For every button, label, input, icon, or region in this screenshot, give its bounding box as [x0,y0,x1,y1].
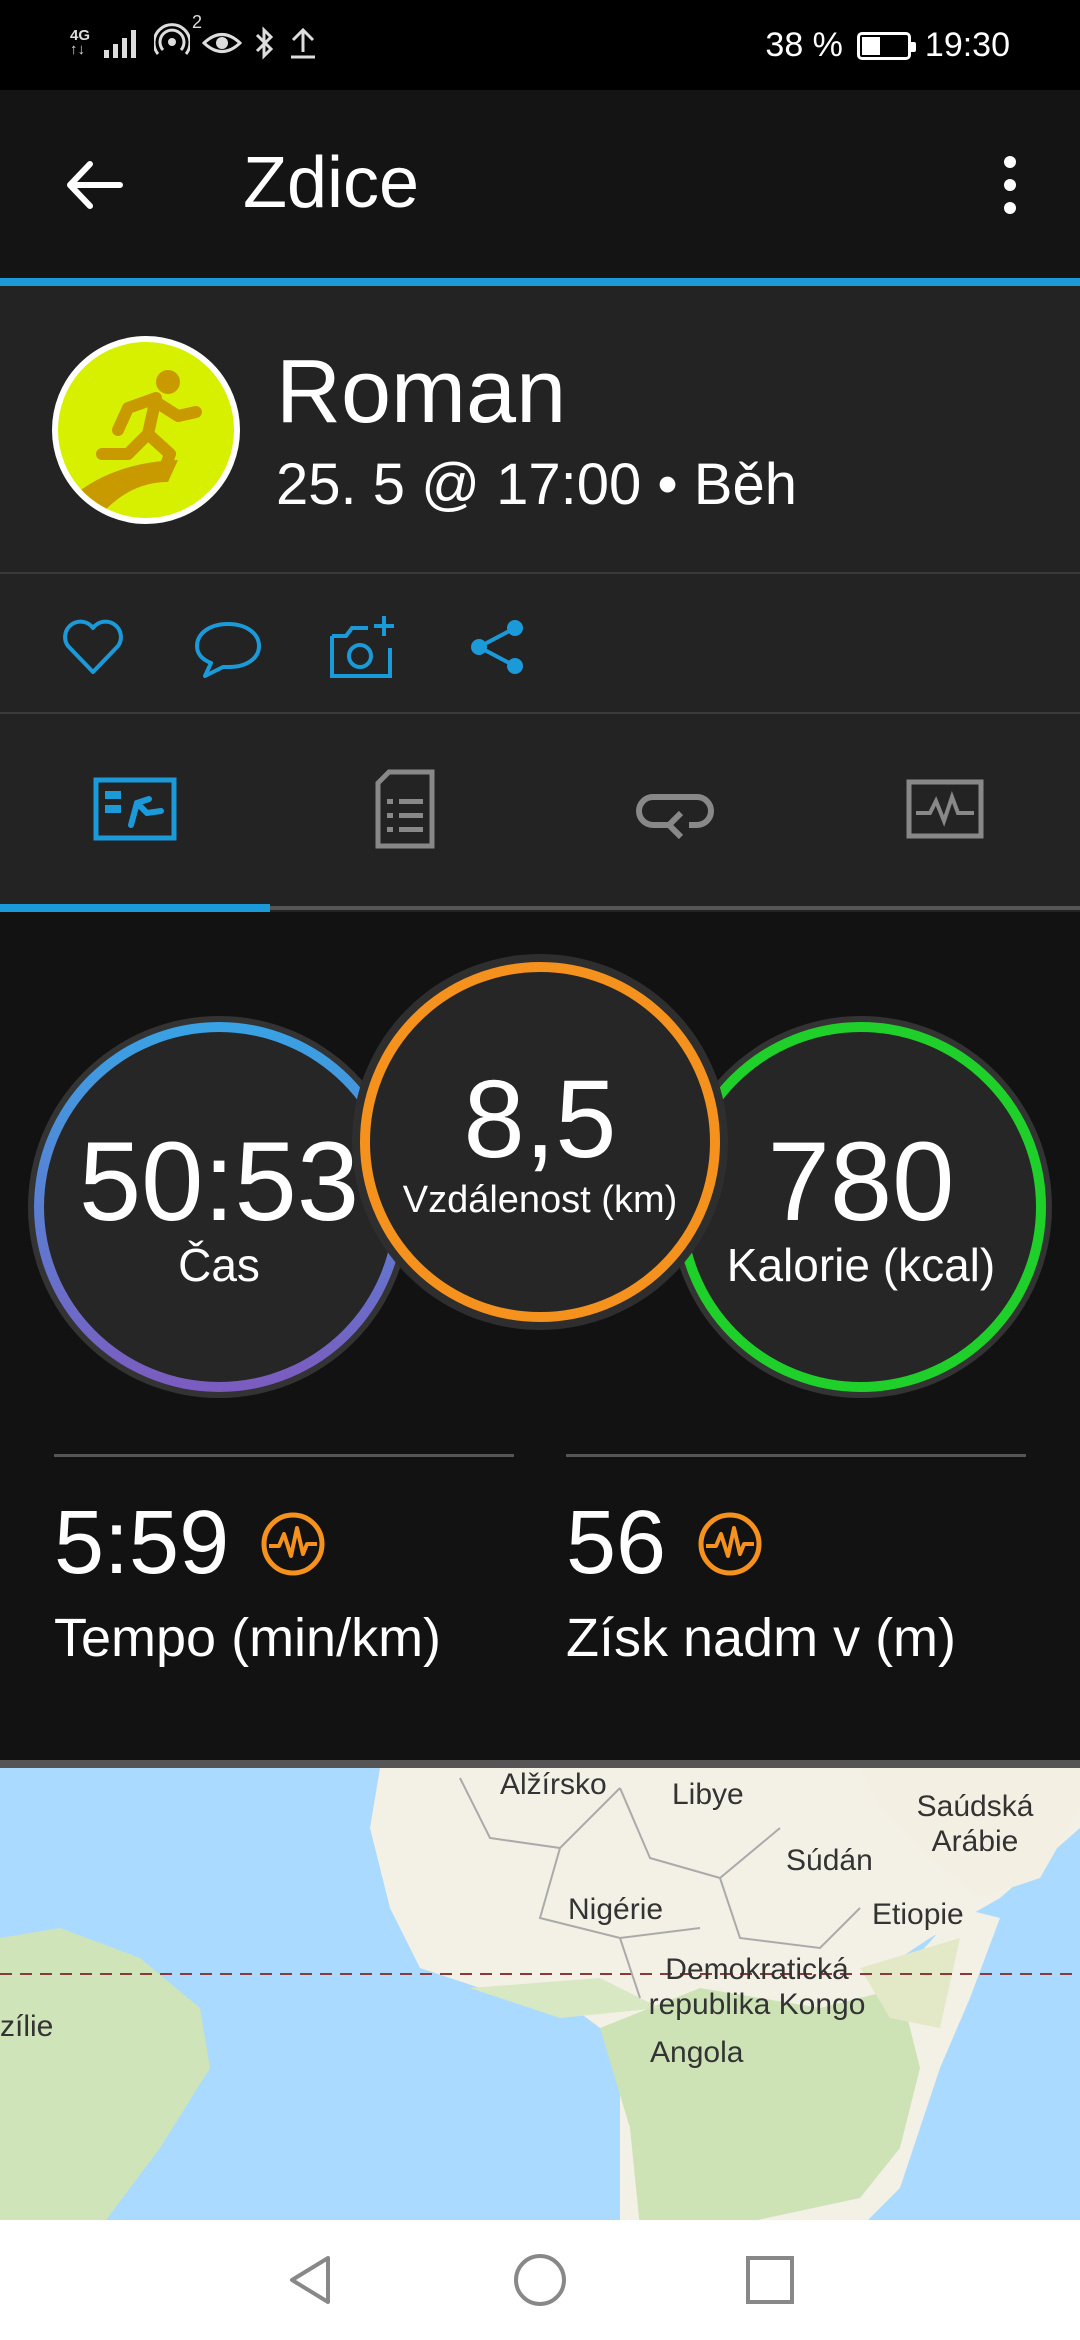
tab-bar [0,714,1080,912]
hotspot-count: 2 [192,12,203,32]
route-map[interactable]: Alžírsko Libye Saúdská Arábie Súdán Nigé… [0,1760,1080,2220]
app-bar-accent-line [0,278,1080,286]
network-activity: ↑↓ [70,40,85,58]
signal-icon [104,29,137,58]
nav-recents-icon[interactable] [740,2250,800,2310]
time-ring: 50:53 Čas [34,1022,404,1392]
map-label-etiopie: Etiopie [872,1898,964,1931]
user-name: Roman [276,342,567,442]
pace-value: 5:59 [54,1493,230,1593]
more-vert-icon[interactable] [980,150,1040,220]
status-icons-left: 4G ↑↓ 2 [70,12,318,63]
status-bar: 4G ↑↓ 2 38 % 19:30 [0,0,1080,90]
map-label-saudska: Saúdská Arábie [916,1790,1034,1858]
tab-divider [270,906,1080,910]
document-list-icon [375,769,435,849]
app-bar: Zdice [0,90,1080,280]
distance-value: 8,5 [463,1058,617,1181]
laps-icon [636,794,714,839]
distance-label: Vzdálenost (km) [402,1179,678,1221]
time-value: 50:53 [78,1119,360,1244]
stats-section: 50:53 Čas 780 Kalorie (kcal) 8,5 Vzdálen… [0,912,1080,1760]
map-label-sudan: Súdán [786,1844,873,1877]
map-label-alzirsko: Alžírsko [500,1768,607,1801]
overview-icon [93,777,177,841]
pace-divider [54,1454,514,1457]
avatar[interactable] [52,336,240,524]
back-arrow-icon[interactable] [60,150,130,220]
battery-icon [856,31,916,60]
status-icons-right: 38 % 19:30 [765,26,1010,65]
tab-overview[interactable] [0,714,270,904]
activity-meta: 25. 5 @ 17:00 • Běh [276,452,797,517]
tab-details[interactable] [270,714,540,904]
nav-home-icon[interactable] [510,2250,570,2310]
pace-stat: 5:59 Tempo (min/km) [54,1492,441,1669]
hotspot-icon [152,23,192,55]
tab-charts[interactable] [810,714,1080,904]
elevation-stat: 56 Získ nadm v (m) [566,1492,956,1669]
battery-percent: 38 % [765,26,843,64]
runner-icon [58,370,202,518]
page-title: Zdice [243,143,420,223]
network-type: 4G ↑↓ [70,28,90,58]
elevation-value: 56 [566,1493,667,1593]
heart-rate-icon[interactable] [259,1510,327,1578]
action-bar [0,574,1080,714]
map-label-libye: Libye [672,1778,744,1811]
map-label-nigerie: Nigérie [568,1893,664,1926]
bluetooth-icon [255,25,274,60]
hotspot-indicator: 2 [152,12,202,63]
system-nav-bar [0,2220,1080,2340]
map-label-brazilie: zílie [0,2010,54,2043]
elevation-label: Získ nadm v (m) [566,1608,957,1668]
map-label-angola: Angola [650,2036,744,2069]
tab-selected-indicator [0,904,270,912]
comment-icon[interactable] [193,612,263,682]
heart-rate-icon[interactable] [696,1510,764,1578]
time-label: Čas [178,1239,260,1291]
chart-icon [906,779,984,839]
calories-ring: 780 Kalorie (kcal) [676,1022,1046,1392]
activity-header: Roman 25. 5 @ 17:00 • Běh [0,286,1080,574]
calories-label: Kalorie (kcal) [726,1239,996,1291]
elevation-divider [566,1454,1026,1457]
map-label-kongo: Demokratická republika Kongo [648,1953,866,2021]
calories-value: 780 [767,1119,955,1244]
eye-icon [202,32,243,53]
clock: 19:30 [924,26,1010,64]
nav-back-icon[interactable] [280,2250,340,2310]
pace-label: Tempo (min/km) [54,1608,442,1668]
upload-icon [291,27,316,58]
distance-ring: 8,5 Vzdálenost (km) [360,962,720,1322]
add-photo-icon[interactable] [328,612,398,682]
heart-icon[interactable] [58,612,128,682]
share-icon[interactable] [463,612,533,682]
tab-laps[interactable] [540,714,810,904]
